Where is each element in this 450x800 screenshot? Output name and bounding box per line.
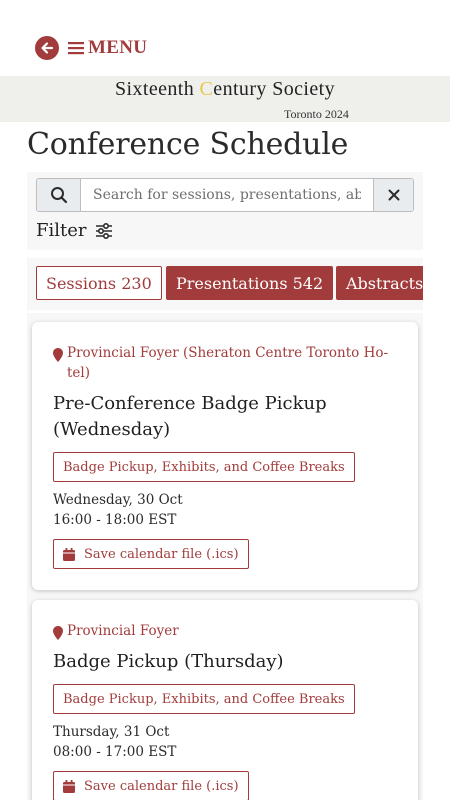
arrow-left-icon [41,42,54,54]
tab-sessions[interactable]: Sessions 230 [36,266,162,300]
close-icon [388,189,399,201]
event-card: Provincial Foyer Badge Pickup (Thursday)… [32,600,418,800]
search-box [36,178,414,212]
clear-search-button[interactable] [373,179,413,211]
event-location: Provincial Foyer (Sheraton Centre Toront… [53,343,388,383]
calendar-icon [63,779,75,793]
event-location-line2: tel) [67,365,90,381]
save-calendar-label: Save calendar file (.ics) [84,546,239,562]
event-location-line1: Provincial Foyer (Sheraton Centre Toront… [67,345,389,361]
menu-label: MENU [88,37,148,58]
filter-label: Filter [36,220,87,241]
banner-title: Sixteenth Century Society [0,78,450,101]
search-button[interactable] [37,179,81,211]
event-title-line1: Badge Pickup (Thursday) [53,651,284,672]
banner-title-part2: entury Society [213,78,335,100]
banner-title-highlight: C [199,78,214,100]
event-title-line1: Pre-Conference Badge Pickup [53,393,327,414]
filter-toggle[interactable]: Filter [36,220,113,241]
top-nav: MENU [0,0,450,76]
calendar-icon [63,547,75,561]
map-pin-icon [53,626,63,640]
event-date: Thursday, 31 Oct [53,724,170,740]
banner-subtitle: Toronto 2024 [284,107,349,121]
search-panel: Filter [27,172,423,250]
event-title: Pre-Conference Badge Pickup (Wednesday) [53,391,327,443]
save-calendar-button[interactable]: Save calendar file (.ics) [53,539,249,569]
banner-title-part1: Sixteenth [115,78,200,100]
event-category-tag[interactable]: Badge Pickup, Exhibits, and Coffee Break… [53,452,355,482]
event-time: 16:00 - 18:00 EST [53,512,177,528]
save-calendar-button[interactable]: Save calendar file (.ics) [53,771,249,800]
tab-presentations[interactable]: Presentations 542 [166,266,334,300]
category-tabs: Sessions 230 Presentations 542 Abstracts [27,258,423,310]
back-button[interactable] [35,36,59,60]
event-list: Provincial Foyer (Sheraton Centre Toront… [27,313,423,800]
tab-abstracts[interactable]: Abstracts [336,266,423,300]
event-category-tag[interactable]: Badge Pickup, Exhibits, and Coffee Break… [53,684,355,714]
event-time: 08:00 - 17:00 EST [53,744,177,760]
event-title: Badge Pickup (Thursday) [53,649,284,675]
search-input[interactable] [81,179,373,211]
hamburger-icon [68,42,84,55]
event-location-line1: Provincial Foyer [67,623,179,639]
event-datetime: Thursday, 31 Oct 08:00 - 17:00 EST [53,722,176,762]
event-datetime: Wednesday, 30 Oct 16:00 - 18:00 EST [53,490,183,530]
page-title: Conference Schedule [27,127,349,162]
society-banner: Sixteenth Century Society Toronto 2024 [0,76,450,122]
event-location: Provincial Foyer [53,621,179,641]
search-icon [50,187,67,204]
menu-button[interactable]: MENU [68,36,147,60]
event-title-line2: (Wednesday) [53,419,171,440]
map-pin-icon [53,348,63,362]
save-calendar-label: Save calendar file (.ics) [84,778,239,794]
event-date: Wednesday, 30 Oct [53,492,183,508]
sliders-icon [95,222,112,239]
event-card: Provincial Foyer (Sheraton Centre Toront… [32,322,418,590]
